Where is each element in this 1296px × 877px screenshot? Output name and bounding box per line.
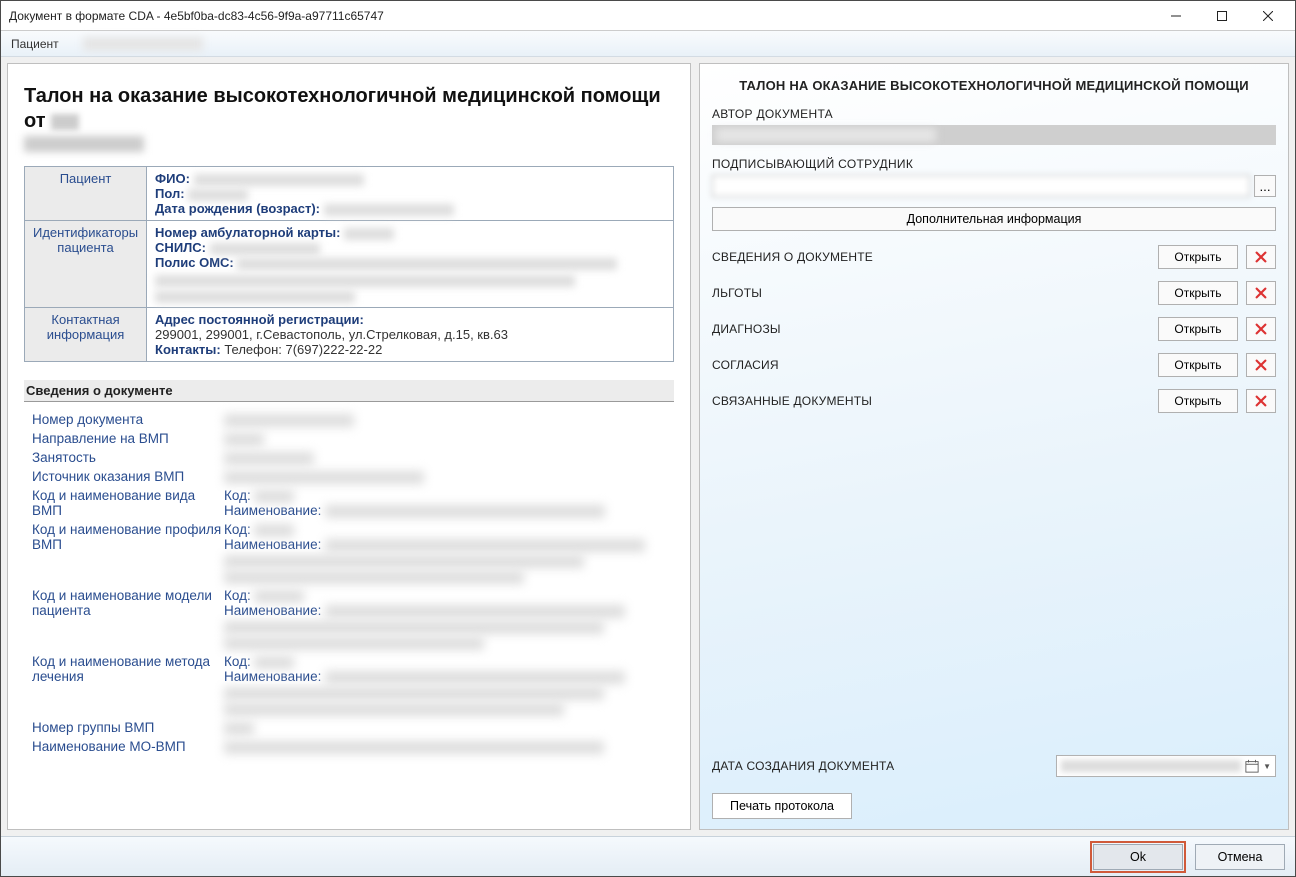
row-doc-number: Номер документа (24, 412, 224, 427)
form-title: ТАЛОН НА ОКАЗАНИЕ ВЫСОКОТЕХНОЛОГИЧНОЙ МЕ… (712, 78, 1276, 93)
print-protocol-button[interactable]: Печать протокола (712, 793, 852, 819)
section-row-linked-docs: СВЯЗАННЫЕ ДОКУМЕНТЫ Открыть (712, 389, 1276, 413)
row-model: Код и наименование модели пациента (24, 588, 224, 650)
sex-redacted (188, 189, 248, 201)
section-label: ЛЬГОТЫ (712, 286, 1150, 300)
subtitle-redacted (24, 136, 144, 152)
contact-cell-label: Контактная информация (25, 308, 147, 362)
maximize-button[interactable] (1199, 2, 1245, 30)
section-label: СВЕДЕНИЯ О ДОКУМЕНТЕ (712, 250, 1150, 264)
signer-label: ПОДПИСЫВАЮЩИЙ СОТРУДНИК (712, 157, 1276, 171)
title-date-redacted (51, 114, 79, 130)
row-referral: Направление на ВМП (24, 431, 224, 446)
author-field (712, 125, 1276, 145)
fio-redacted (194, 174, 364, 186)
snils-redacted (210, 243, 320, 255)
card-redacted (344, 228, 394, 240)
open-button[interactable]: Открыть (1158, 281, 1238, 305)
section-label: ДИАГНОЗЫ (712, 322, 1150, 336)
open-button[interactable]: Открыть (1158, 245, 1238, 269)
signer-input[interactable] (712, 175, 1250, 197)
delete-button[interactable] (1246, 245, 1276, 269)
oms-redacted-3 (155, 291, 355, 303)
fio-label: ФИО: (155, 171, 190, 186)
doc-section-header: Сведения о документе (24, 380, 674, 402)
snils-label: СНИЛС: (155, 240, 206, 255)
row-kind: Код и наименование вида ВМП (24, 488, 224, 518)
row-mo: Наименование МО-ВМП (24, 739, 224, 754)
dob-label: Дата рождения (возраст): (155, 201, 320, 216)
card-label: Номер амбулаторной карты: (155, 225, 340, 240)
row-profile: Код и наименование профиля ВМП (24, 522, 224, 584)
row-group: Номер группы ВМП (24, 720, 224, 735)
form-pane: ТАЛОН НА ОКАЗАНИЕ ВЫСОКОТЕХНОЛОГИЧНОЙ МЕ… (699, 63, 1289, 830)
patient-info-table: Пациент ФИО: Пол: Дата рождения (возраст… (24, 166, 674, 362)
delete-button[interactable] (1246, 353, 1276, 377)
doc-fields: Номер документа Направление на ВМП Занят… (24, 412, 674, 754)
patient-name-redacted (83, 37, 203, 51)
ok-button[interactable]: Ok (1093, 844, 1183, 870)
section-row-diagnoses: ДИАГНОЗЫ Открыть (712, 317, 1276, 341)
cancel-button[interactable]: Отмена (1195, 844, 1285, 870)
row-method: Код и наименование метода лечения (24, 654, 224, 716)
delete-button[interactable] (1246, 389, 1276, 413)
section-label: СОГЛАСИЯ (712, 358, 1150, 372)
minimize-button[interactable] (1153, 2, 1199, 30)
delete-button[interactable] (1246, 317, 1276, 341)
section-row-doc-info: СВЕДЕНИЯ О ДОКУМЕНТЕ Открыть (712, 245, 1276, 269)
document-preview-pane: Талон на оказание высокотехнологичной ме… (7, 63, 691, 830)
dialog-footer: Ok Отмена (1, 836, 1295, 876)
document-title-text: Талон на оказание высокотехнологичной ме… (24, 85, 661, 132)
patient-cell-label: Пациент (25, 167, 147, 221)
section-row-benefits: ЛЬГОТЫ Открыть (712, 281, 1276, 305)
delete-button[interactable] (1246, 281, 1276, 305)
sex-label: Пол: (155, 186, 185, 201)
contacts-value: Телефон: 7(697)222-22-22 (224, 342, 382, 357)
row-source: Источник оказания ВМП (24, 469, 224, 484)
dob-redacted (324, 204, 454, 216)
section-label: СВЯЗАННЫЕ ДОКУМЕНТЫ (712, 394, 1150, 408)
document-title: Талон на оказание высокотехнологичной ме… (24, 84, 674, 134)
close-button[interactable] (1245, 2, 1291, 30)
contacts-label: Контакты: (155, 342, 221, 357)
window-title: Документ в формате CDA - 4e5bf0ba-dc83-4… (9, 9, 1153, 23)
addr-label: Адрес постоянной регистрации: (155, 312, 364, 327)
oms-redacted-2 (155, 275, 575, 287)
header-row: Пациент (1, 31, 1295, 57)
creation-date-label: ДАТА СОЗДАНИЯ ДОКУМЕНТА (712, 759, 1048, 773)
date-value-redacted (1061, 760, 1241, 772)
document-scroll[interactable]: Талон на оказание высокотехнологичной ме… (8, 64, 690, 829)
addr-value: 299001, 299001, г.Севастополь, ул.Стрелк… (155, 327, 508, 342)
open-button[interactable]: Открыть (1158, 317, 1238, 341)
dropdown-icon: ▼ (1263, 762, 1271, 771)
open-button[interactable]: Открыть (1158, 353, 1238, 377)
oms-redacted (237, 258, 617, 270)
additional-info-button[interactable]: Дополнительная информация (712, 207, 1276, 231)
patient-label: Пациент (11, 37, 59, 51)
section-row-consents: СОГЛАСИЯ Открыть (712, 353, 1276, 377)
row-employment: Занятость (24, 450, 224, 465)
calendar-icon (1245, 759, 1259, 773)
open-button[interactable]: Открыть (1158, 389, 1238, 413)
oms-label: Полис ОМС: (155, 255, 234, 270)
title-bar: Документ в формате CDA - 4e5bf0ba-dc83-4… (1, 1, 1295, 31)
creation-date-input[interactable]: ▼ (1056, 755, 1276, 777)
author-label: АВТОР ДОКУМЕНТА (712, 107, 1276, 121)
signer-picker-button[interactable]: ... (1254, 175, 1276, 197)
ids-cell-label: Идентификаторы пациента (25, 221, 147, 308)
